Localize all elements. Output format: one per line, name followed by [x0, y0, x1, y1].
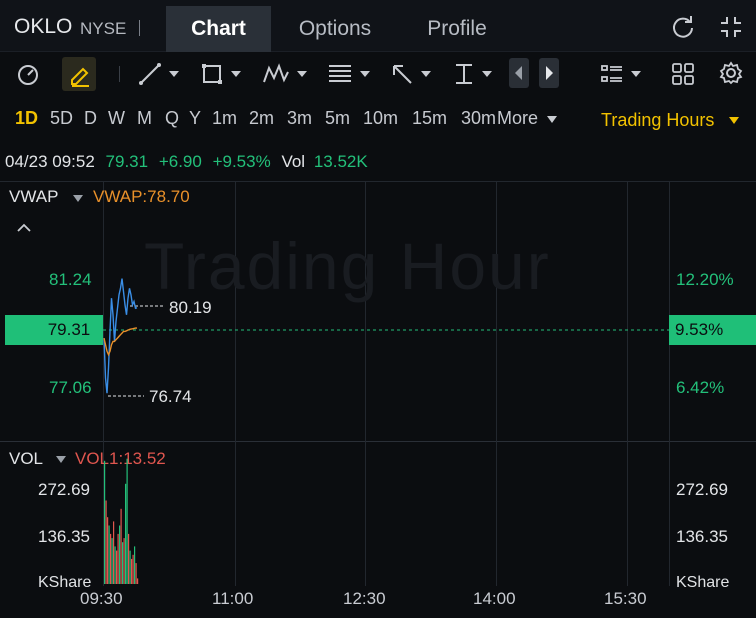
volume-bar — [129, 550, 131, 584]
volume-bar — [128, 533, 130, 584]
volume-bar — [110, 533, 112, 584]
volume-bar — [137, 578, 139, 584]
volume-bar — [116, 550, 118, 584]
volume-bar — [123, 538, 125, 584]
volume-bar — [126, 458, 128, 584]
price-series-line — [103, 278, 138, 394]
volume-bar — [108, 525, 110, 584]
volume-bar — [125, 483, 127, 584]
volume-bar — [120, 508, 122, 584]
intraday-chart[interactable] — [0, 0, 756, 618]
volume-bar — [117, 533, 119, 584]
volume-bar — [104, 460, 106, 584]
volume-bar — [105, 500, 107, 584]
volume-bar — [132, 554, 134, 584]
volume-bar — [111, 538, 113, 584]
volume-bar — [122, 542, 124, 584]
volume-bar — [107, 517, 109, 584]
volume-bar — [119, 525, 121, 584]
volume-bar — [114, 546, 116, 584]
volume-bar — [113, 521, 115, 584]
volume-bar — [131, 558, 133, 584]
volume-bar — [134, 546, 136, 584]
volume-bar — [135, 563, 137, 584]
